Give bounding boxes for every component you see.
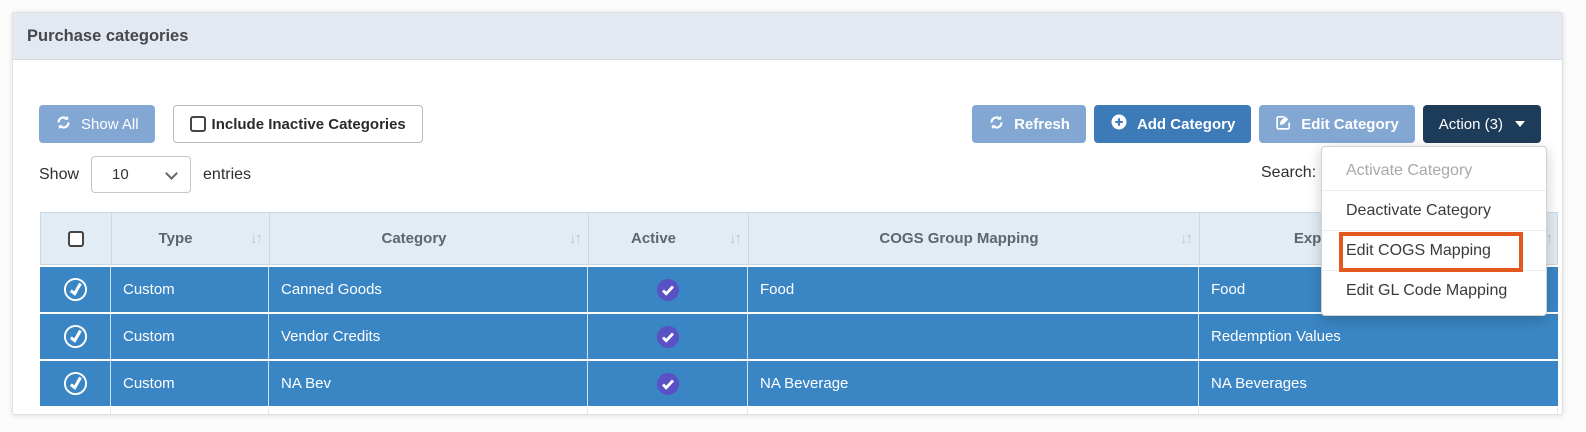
active-cell bbox=[588, 314, 748, 359]
action-dropdown-menu: Activate Category Deactivate Category Ed… bbox=[1321, 146, 1547, 316]
column-header-active[interactable]: Active ↓↑ bbox=[589, 213, 749, 264]
column-label: Category bbox=[381, 230, 446, 247]
search-label: Search: bbox=[1261, 164, 1316, 182]
select-all-header[interactable] bbox=[41, 213, 112, 264]
menu-item-edit-gl-code-mapping[interactable]: Edit GL Code Mapping bbox=[1322, 271, 1546, 311]
row-select-cell[interactable] bbox=[40, 361, 111, 406]
sort-icon: ↓↑ bbox=[569, 230, 580, 247]
show-all-button[interactable]: Show All bbox=[39, 105, 155, 143]
refresh-icon bbox=[55, 114, 72, 135]
page-size-controls: Show 10 entries bbox=[39, 156, 251, 193]
panel-header: Purchase categories bbox=[13, 13, 1562, 60]
menu-item-edit-cogs-mapping[interactable]: Edit COGS Mapping bbox=[1322, 231, 1546, 271]
refresh-label: Refresh bbox=[1014, 116, 1070, 133]
active-check-icon bbox=[656, 325, 680, 349]
sort-icon: ↓↑ bbox=[250, 230, 261, 247]
sort-icon: ↓↑ bbox=[729, 230, 740, 247]
include-inactive-categories-button[interactable]: Include Inactive Categories bbox=[173, 105, 423, 143]
chevron-down-icon bbox=[165, 167, 178, 180]
add-category-label: Add Category bbox=[1137, 116, 1235, 133]
show-all-label: Show All bbox=[81, 116, 139, 133]
sort-icon: ↓↑ bbox=[1180, 230, 1191, 247]
action-dropdown-button[interactable]: Action (3) bbox=[1423, 105, 1541, 143]
checkbox-icon bbox=[190, 116, 206, 132]
type-cell: Custom bbox=[111, 361, 269, 406]
column-label: Active bbox=[631, 230, 676, 247]
edit-icon bbox=[1275, 114, 1292, 135]
menu-item-activate-category: Activate Category bbox=[1322, 151, 1546, 191]
page-title: Purchase categories bbox=[27, 27, 188, 46]
page-size-value: 10 bbox=[112, 166, 129, 183]
cogs-group-mapping-cell bbox=[748, 314, 1199, 359]
column-header-category[interactable]: Category ↓↑ bbox=[270, 213, 589, 264]
refresh-icon bbox=[988, 114, 1005, 135]
page: Purchase categories Show All Include Ina… bbox=[0, 0, 1586, 432]
column-header-cogs-group-mapping[interactable]: COGS Group Mapping ↓↑ bbox=[749, 213, 1200, 264]
table-row[interactable]: Custom NA Bev NA Beverage NA Beverages bbox=[40, 361, 1558, 406]
table-row[interactable]: Custom Vendor Credits Redemption Values bbox=[40, 314, 1558, 359]
row-selected-icon bbox=[61, 322, 89, 350]
edit-category-label: Edit Category bbox=[1301, 116, 1399, 133]
row-selected-icon bbox=[61, 275, 89, 303]
active-check-icon bbox=[656, 372, 680, 396]
purchase-categories-panel: Purchase categories Show All Include Ina… bbox=[12, 12, 1563, 415]
toolbar: Show All Include Inactive Categories Ref… bbox=[39, 105, 1541, 143]
add-category-button[interactable]: Add Category bbox=[1094, 105, 1251, 143]
row-select-cell[interactable] bbox=[40, 314, 111, 359]
cogs-group-mapping-cell: Food bbox=[748, 267, 1199, 312]
include-inactive-label: Include Inactive Categories bbox=[212, 116, 406, 133]
active-cell bbox=[588, 361, 748, 406]
page-size-select[interactable]: 10 bbox=[91, 156, 191, 193]
cogs-group-mapping-cell: NA Beverage bbox=[748, 361, 1199, 406]
type-cell: Custom bbox=[111, 267, 269, 312]
refresh-button[interactable]: Refresh bbox=[972, 105, 1086, 143]
active-cell bbox=[588, 267, 748, 312]
category-cell: NA Bev bbox=[269, 361, 588, 406]
export-mapping-cell: Redemption Values bbox=[1199, 314, 1558, 359]
type-cell: Custom bbox=[111, 314, 269, 359]
column-label: Type bbox=[159, 230, 193, 247]
row-selected-icon bbox=[61, 369, 89, 397]
plus-circle-icon bbox=[1110, 113, 1128, 135]
category-cell: Vendor Credits bbox=[269, 314, 588, 359]
edit-category-button[interactable]: Edit Category bbox=[1259, 105, 1415, 143]
show-label: Show bbox=[39, 166, 79, 184]
column-label: COGS Group Mapping bbox=[879, 230, 1038, 247]
active-check-icon bbox=[656, 278, 680, 302]
table-row-partial bbox=[40, 408, 1558, 415]
action-label: Action (3) bbox=[1439, 116, 1503, 133]
category-cell: Canned Goods bbox=[269, 267, 588, 312]
column-header-type[interactable]: Type ↓↑ bbox=[112, 213, 270, 264]
export-mapping-cell: NA Beverages bbox=[1199, 361, 1558, 406]
select-all-checkbox[interactable] bbox=[68, 231, 84, 247]
toolbar-left: Show All Include Inactive Categories bbox=[39, 105, 423, 143]
caret-down-icon bbox=[1515, 121, 1525, 127]
row-select-cell[interactable] bbox=[40, 267, 111, 312]
menu-item-deactivate-category[interactable]: Deactivate Category bbox=[1322, 191, 1546, 231]
toolbar-right: Refresh Add Category Edit Category Actio… bbox=[972, 105, 1541, 143]
entries-label: entries bbox=[203, 166, 251, 184]
